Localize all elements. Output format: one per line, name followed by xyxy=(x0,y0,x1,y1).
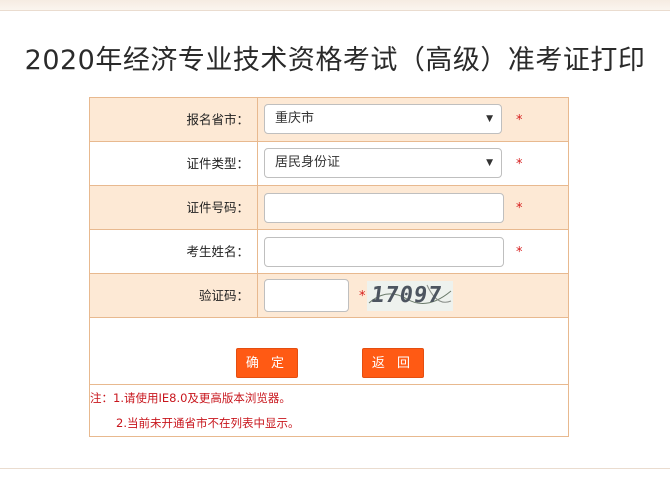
id-number-label: 证件号码： xyxy=(90,186,258,229)
back-button[interactable]: 返 回 xyxy=(362,348,424,378)
row-province: 报名省市： 重庆市 ▼ * xyxy=(90,98,568,142)
province-value: 重庆市 xyxy=(275,111,315,126)
id-number-input[interactable] xyxy=(264,193,504,223)
required-mark: * xyxy=(516,113,523,128)
page-title: 2020年经济专业技术资格考试（高级）准考证打印 xyxy=(24,45,646,76)
note-line-1: 注：1.请使用IE8.0及更高版本浏览器。 xyxy=(90,391,291,405)
province-select[interactable]: 重庆市 ▼ xyxy=(264,104,502,134)
bottom-divider xyxy=(0,468,670,469)
id-type-select[interactable]: 居民身份证 ▼ xyxy=(264,148,502,178)
row-name: 考生姓名： * xyxy=(90,230,568,274)
name-label: 考生姓名： xyxy=(90,230,258,273)
row-captcha: 验证码： * 17097 xyxy=(90,274,568,318)
notes-divider xyxy=(90,384,568,385)
id-type-value: 居民身份证 xyxy=(275,155,341,170)
confirm-button[interactable]: 确 定 xyxy=(236,348,298,378)
print-form: 报名省市： 重庆市 ▼ * 证件类型： 居民身份证 ▼ * 证件号码： * 考生… xyxy=(89,97,569,437)
required-mark: * xyxy=(359,289,366,304)
chevron-down-icon: ▼ xyxy=(486,158,493,168)
required-mark: * xyxy=(516,201,523,216)
chevron-down-icon: ▼ xyxy=(486,114,493,124)
captcha-image[interactable]: 17097 xyxy=(367,281,453,311)
required-mark: * xyxy=(516,245,523,260)
row-id-number: 证件号码： * xyxy=(90,186,568,230)
top-band xyxy=(0,0,670,11)
captcha-label: 验证码： xyxy=(90,274,258,317)
required-mark: * xyxy=(516,157,523,172)
captcha-text: 17097 xyxy=(369,283,445,308)
province-label: 报名省市： xyxy=(90,98,258,141)
id-type-label: 证件类型： xyxy=(90,142,258,185)
note-line-2: 2.当前未开通省市不在列表中显示。 xyxy=(116,416,300,430)
captcha-input[interactable] xyxy=(264,279,349,312)
row-id-type: 证件类型： 居民身份证 ▼ * xyxy=(90,142,568,186)
name-input[interactable] xyxy=(264,237,504,267)
